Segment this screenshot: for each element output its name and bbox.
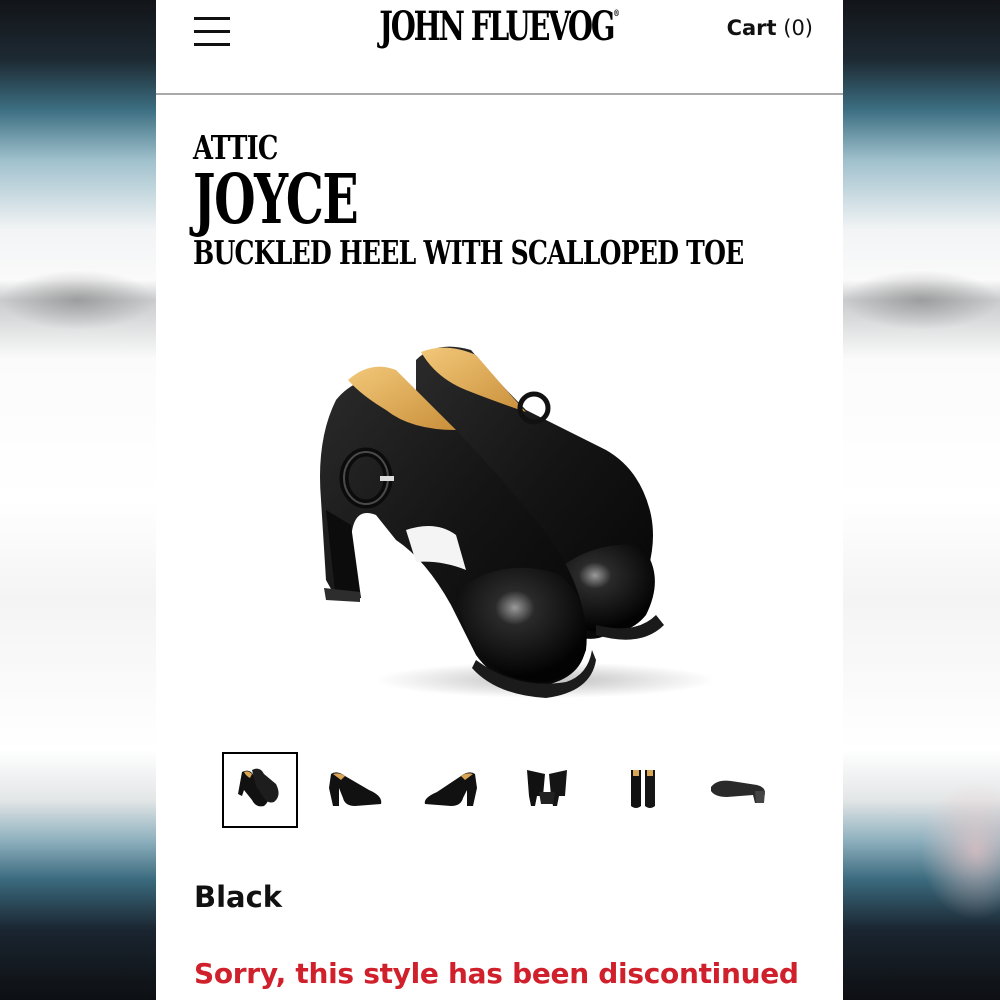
brand-logo-text: JOHN FLUEVOG <box>379 3 615 50</box>
brand-logo[interactable]: JOHN FLUEVOG® <box>252 3 747 50</box>
thumbnail-back-pair[interactable] <box>510 752 584 826</box>
thumbnail-pair-angle[interactable] <box>222 752 298 828</box>
blurred-backdrop-right <box>843 0 1000 1000</box>
thumbnail-side-outer[interactable] <box>318 752 392 826</box>
thumbnail-strip <box>222 752 782 828</box>
registered-mark: ® <box>613 9 620 19</box>
cart-link[interactable]: Cart (0) <box>727 16 813 40</box>
product-name: JOYCE <box>193 160 359 240</box>
top-navigation-bar: JOHN FLUEVOG® Cart (0) <box>156 0 843 95</box>
discontinued-notice: Sorry, this style has been discontinued <box>194 957 799 990</box>
product-title-block: ATTIC JOYCE BUCKLED HEEL WITH SCALLOPED … <box>193 128 843 272</box>
thumbnail-side-inner[interactable] <box>414 752 488 826</box>
product-color: Black <box>194 880 283 914</box>
product-description: BUCKLED HEEL WITH SCALLOPED TOE <box>193 233 744 272</box>
hamburger-menu-icon[interactable] <box>194 15 232 49</box>
cart-count: (0) <box>783 16 813 40</box>
thumbnail-front-pair[interactable] <box>606 752 680 826</box>
thumbnail-sole[interactable] <box>702 752 776 826</box>
blurred-backdrop-left <box>0 0 156 1000</box>
cart-label: Cart <box>726 16 777 40</box>
product-page: JOHN FLUEVOG® Cart (0) ATTIC JOYCE BUCKL… <box>156 0 843 1000</box>
product-main-image[interactable] <box>296 330 716 710</box>
